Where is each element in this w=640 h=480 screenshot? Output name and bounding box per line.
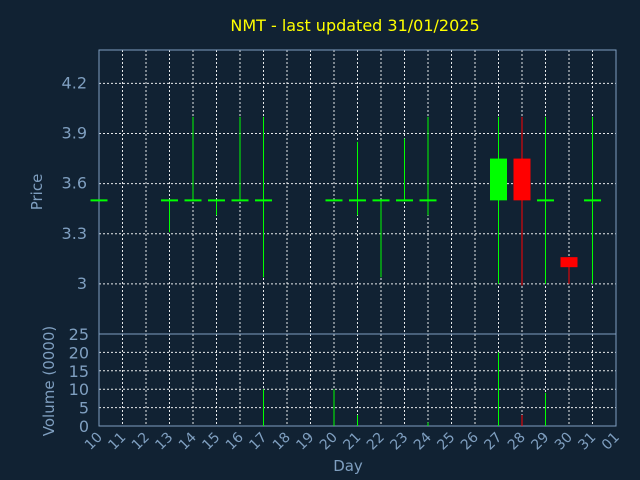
x-tick-label: 30 (552, 430, 576, 454)
x-tick-label: 17 (246, 430, 270, 454)
x-tick-label: 25 (434, 430, 458, 454)
x-tick-label: 31 (575, 430, 599, 454)
x-ticks: 10 11 12 13 14 15 16 17 18 19 20 21 22 23 24 25 26 27 28 29… (82, 429, 623, 453)
volume-grid (98, 334, 617, 426)
volume-tick-label: 20 (69, 343, 89, 362)
chart-title: NMT - last updated 31/01/2025 (230, 16, 479, 35)
x-tick-label: 26 (458, 429, 482, 453)
x-tick-label: 27 (481, 430, 505, 454)
candle-body (490, 158, 507, 201)
price-tick-label: 3.6 (62, 174, 87, 193)
price-tick-label: 3.9 (62, 124, 87, 143)
x-tick-label: 23 (387, 430, 411, 454)
x-tick-label: 21 (340, 430, 364, 454)
volume-y-ticks: 0510152025 (69, 325, 89, 436)
x-tick-label: 14 (176, 429, 200, 453)
x-tick-label: 24 (411, 429, 435, 453)
volume-tick-label: 5 (79, 399, 89, 418)
x-tick-label: 19 (293, 430, 317, 454)
x-axis-label: Day (333, 457, 363, 475)
price-tick-label: 4.2 (62, 73, 87, 92)
candle-body (560, 257, 578, 268)
price-y-ticks: 3 3.3 3.6 3.9 4.2 (62, 73, 87, 292)
price-tick-label: 3 (77, 274, 87, 293)
x-tick-label: 12 (129, 430, 153, 454)
x-tick-label: 29 (528, 430, 552, 454)
x-tick-label: 20 (317, 430, 341, 454)
candle-body (513, 158, 531, 201)
candlestick-chart: NMT - last updated 31/01/2025 3 3.3 3.6 3.9… (28, 16, 623, 475)
x-tick-label: 01 (599, 430, 623, 454)
x-tick-label: 13 (152, 430, 176, 454)
volume-axis-label: Volume (0000) (40, 326, 58, 436)
volume-tick-label: 0 (79, 417, 89, 436)
candles (90, 116, 601, 286)
x-tick-label: 18 (270, 430, 294, 454)
price-tick-label: 3.3 (62, 224, 87, 243)
volume-tick-label: 25 (69, 325, 89, 344)
x-tick-label: 11 (105, 430, 129, 454)
x-tick-label: 28 (505, 430, 529, 454)
volume-tick-label: 15 (69, 362, 89, 381)
x-tick-label: 16 (223, 429, 247, 453)
volume-tick-label: 10 (69, 380, 89, 399)
price-axis-label: Price (28, 174, 46, 211)
x-tick-label: 22 (364, 430, 388, 454)
x-tick-label: 15 (199, 430, 223, 454)
